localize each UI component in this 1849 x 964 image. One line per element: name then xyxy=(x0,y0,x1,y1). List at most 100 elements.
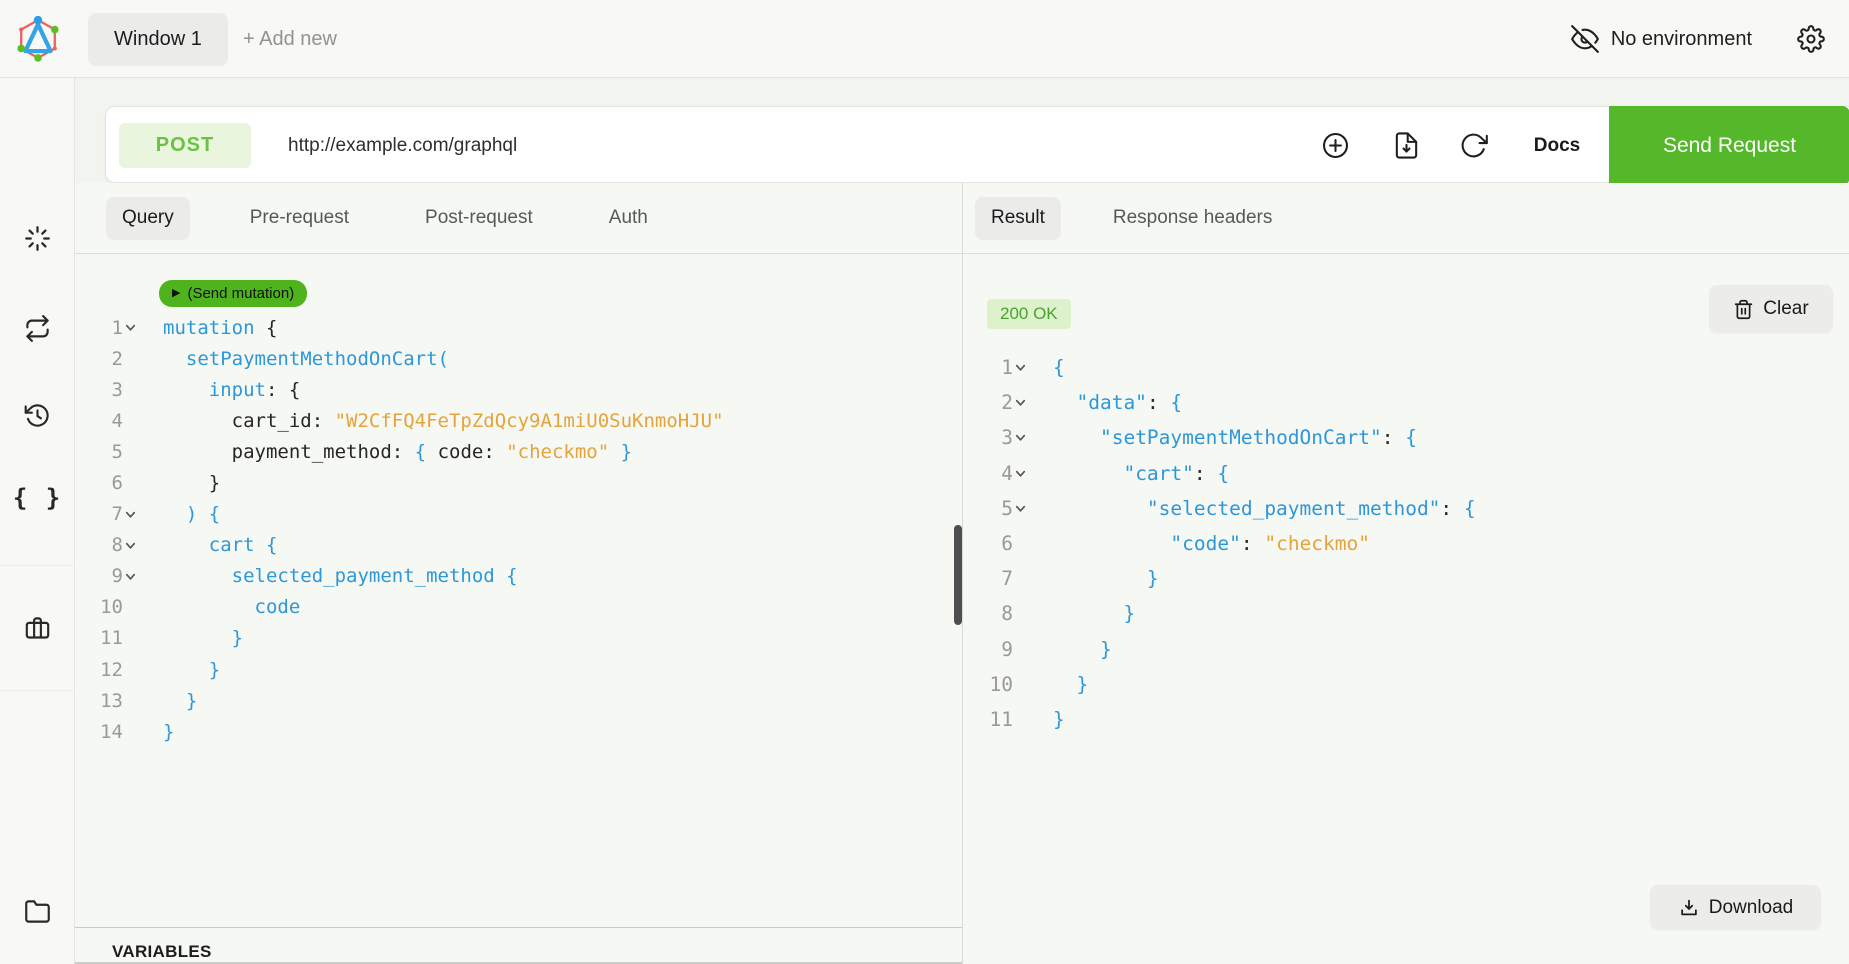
line-number: 8 xyxy=(85,534,123,556)
fold-chevron-icon[interactable] xyxy=(1013,396,1043,409)
variables-header[interactable]: VARIABLES xyxy=(112,942,962,962)
code-text: } xyxy=(153,472,220,494)
code-line: 3 input: { xyxy=(85,374,724,405)
sidebar-item-variables[interactable]: { } xyxy=(0,474,75,522)
code-line: 14} xyxy=(85,716,724,747)
tab-result[interactable]: Result xyxy=(975,197,1061,240)
code-line: 2 setPaymentMethodOnCart( xyxy=(85,343,724,374)
tab-query[interactable]: Query xyxy=(106,197,190,240)
add-collection-query-button[interactable] xyxy=(1315,107,1355,184)
code-text: { xyxy=(1043,356,1065,379)
refresh-schema-button[interactable] xyxy=(1453,107,1493,184)
result-viewer[interactable]: 1{2 "data": {3 "setPaymentMethodOnCart":… xyxy=(975,350,1476,737)
sidebar-item-history[interactable] xyxy=(0,391,75,439)
fold-chevron-icon[interactable] xyxy=(1013,502,1043,515)
code-text: } xyxy=(1043,602,1135,625)
request-tabs: Query Pre-request Post-request Auth xyxy=(75,183,962,254)
code-line: 4 cart_id: "W2CfFQ4FeTpZdQcy9A1miU0SuKnm… xyxy=(85,405,724,436)
code-line: 6 } xyxy=(85,467,724,498)
line-number: 9 xyxy=(85,565,123,587)
code-text: "cart": { xyxy=(1043,462,1229,485)
line-number: 13 xyxy=(85,690,123,712)
tab-pre-request[interactable]: Pre-request xyxy=(234,197,365,240)
settings-button[interactable] xyxy=(1797,0,1825,78)
code-line: 2 "data": { xyxy=(975,385,1476,420)
code-line: 8 } xyxy=(975,596,1476,631)
line-number: 7 xyxy=(975,567,1013,590)
send-mutation-button[interactable]: ▶ (Send mutation) xyxy=(159,280,307,307)
clear-result-button[interactable]: Clear xyxy=(1709,285,1833,333)
play-icon: ▶ xyxy=(172,288,180,299)
code-text: "data": { xyxy=(1043,391,1182,414)
sidebar-item-spinner[interactable] xyxy=(0,214,75,262)
history-icon xyxy=(24,402,51,429)
line-number: 12 xyxy=(85,659,123,681)
clear-label: Clear xyxy=(1763,298,1808,320)
fold-chevron-icon[interactable] xyxy=(123,539,153,552)
header: Window 1 + Add new No environment xyxy=(0,0,1849,78)
line-number: 6 xyxy=(85,472,123,494)
fold-chevron-icon[interactable] xyxy=(123,508,153,521)
window-tab[interactable]: Window 1 xyxy=(88,13,228,66)
code-line: 7 } xyxy=(975,561,1476,596)
code-line: 3 "setPaymentMethodOnCart": { xyxy=(975,420,1476,455)
line-number: 4 xyxy=(85,410,123,432)
line-number: 3 xyxy=(975,426,1013,449)
add-circle-icon xyxy=(1321,131,1350,160)
code-line: 10 code xyxy=(85,592,724,623)
sidebar-item-collections[interactable] xyxy=(0,604,75,652)
code-line: 10 } xyxy=(975,667,1476,702)
briefcase-icon xyxy=(24,615,51,642)
fold-chevron-icon[interactable] xyxy=(1013,431,1043,444)
window-tab-label: Window 1 xyxy=(114,28,202,51)
line-number: 6 xyxy=(975,532,1013,555)
code-text: cart { xyxy=(153,534,277,556)
tab-auth[interactable]: Auth xyxy=(593,197,664,240)
tab-response-headers[interactable]: Response headers xyxy=(1097,197,1289,240)
code-line: 11 } xyxy=(85,623,724,654)
code-text: code xyxy=(153,596,300,618)
query-editor[interactable]: 1mutation {2 setPaymentMethodOnCart(3 in… xyxy=(85,312,724,747)
editor-scrollbar[interactable] xyxy=(954,525,962,625)
http-method-selector[interactable]: POST xyxy=(119,123,251,168)
download-result-button[interactable]: Download xyxy=(1650,885,1821,930)
trash-icon xyxy=(1733,299,1754,320)
altair-graphql-app: Window 1 + Add new No environment xyxy=(0,0,1849,964)
code-line: 1mutation { xyxy=(85,312,724,343)
fold-chevron-icon[interactable] xyxy=(1013,361,1043,374)
gear-icon xyxy=(1797,25,1825,53)
swap-horizontal-icon xyxy=(24,315,51,342)
code-text: } xyxy=(1043,708,1065,731)
line-number: 1 xyxy=(975,356,1013,379)
sidebar-item-swap[interactable] xyxy=(0,304,75,352)
code-line: 9 selected_payment_method { xyxy=(85,561,724,592)
send-request-button[interactable]: Send Request xyxy=(1609,106,1849,185)
add-new-window-button[interactable]: + Add new xyxy=(243,0,337,78)
curly-braces-icon: { } xyxy=(13,484,62,512)
sidebar: { } xyxy=(0,78,75,964)
code-text: setPaymentMethodOnCart( xyxy=(153,348,449,370)
code-text: "selected_payment_method": { xyxy=(1043,497,1476,520)
response-status-badge: 200 OK xyxy=(987,299,1071,329)
fold-chevron-icon[interactable] xyxy=(1013,467,1043,480)
folder-icon xyxy=(24,898,51,925)
fold-chevron-icon[interactable] xyxy=(123,321,153,334)
environment-selector[interactable]: No environment xyxy=(1571,0,1752,78)
line-number: 2 xyxy=(975,391,1013,414)
fold-chevron-icon[interactable] xyxy=(123,570,153,583)
response-tabs: Result Response headers xyxy=(963,183,1849,254)
line-number: 9 xyxy=(975,638,1013,661)
code-text: "setPaymentMethodOnCart": { xyxy=(1043,426,1417,449)
code-line: 6 "code": "checkmo" xyxy=(975,526,1476,561)
sidebar-item-files[interactable] xyxy=(0,887,75,935)
docs-button[interactable]: Docs xyxy=(1521,107,1593,184)
line-number: 11 xyxy=(85,627,123,649)
import-file-icon xyxy=(1392,131,1421,160)
url-input[interactable]: http://example.com/graphql xyxy=(288,107,988,184)
tab-post-request[interactable]: Post-request xyxy=(409,197,549,240)
result-panel: Result Response headers 200 OK Clear 1{2… xyxy=(962,183,1849,964)
code-text: } xyxy=(153,721,174,743)
code-line: 1{ xyxy=(975,350,1476,385)
import-query-button[interactable] xyxy=(1386,107,1426,184)
code-line: 4 "cart": { xyxy=(975,456,1476,491)
